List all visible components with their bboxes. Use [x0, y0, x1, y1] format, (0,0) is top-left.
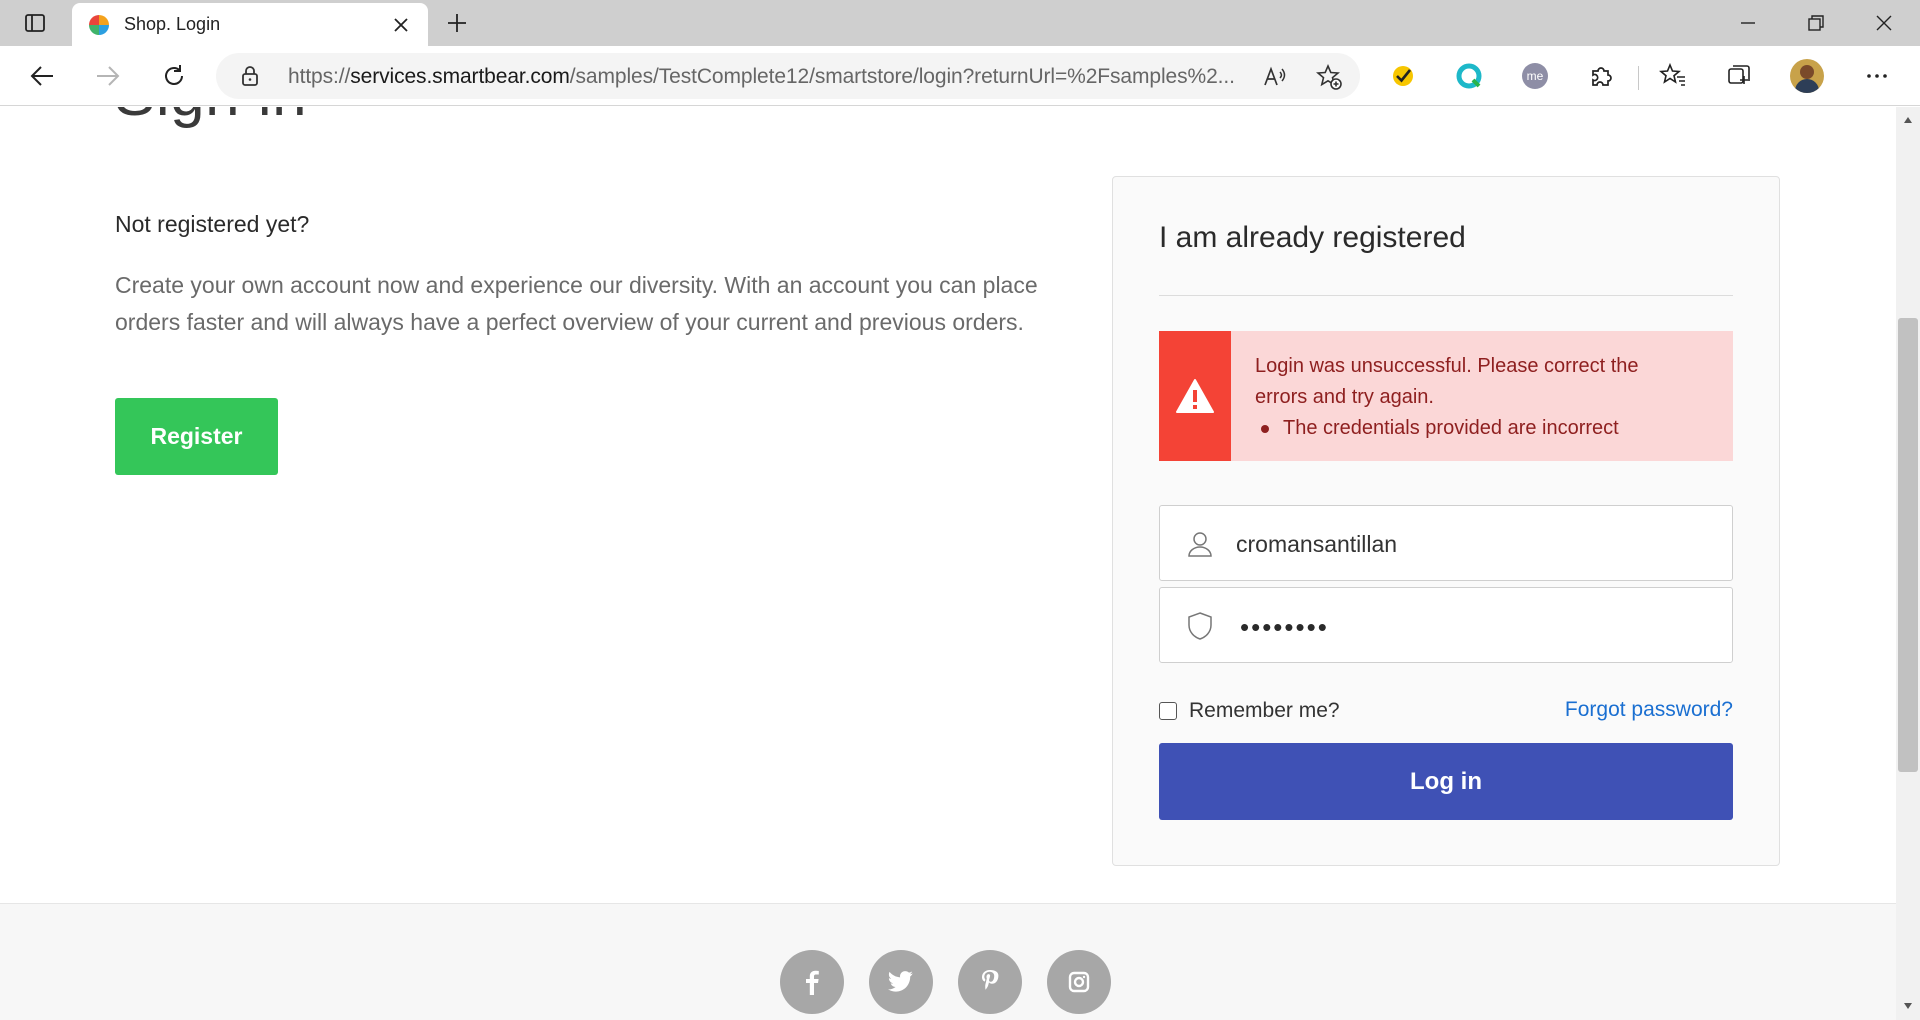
facebook-button[interactable]: [780, 950, 844, 1014]
user-icon: [1182, 526, 1218, 562]
browser-toolbar: https://services.smartbear.com/samples/T…: [0, 46, 1920, 106]
divider: [1159, 295, 1733, 296]
browser-tab[interactable]: Shop. Login: [72, 3, 428, 46]
register-description: Create your own account now and experien…: [115, 272, 1038, 335]
lock-icon: [242, 66, 258, 86]
extension-q-button[interactable]: [1454, 61, 1484, 91]
url-text: https://services.smartbear.com/samples/T…: [288, 65, 1235, 89]
login-card-title: I am already registered: [1159, 221, 1466, 254]
tab-actions-button[interactable]: [14, 8, 56, 38]
page-title: Sign in: [114, 107, 307, 130]
extension-me-button[interactable]: me: [1520, 61, 1550, 91]
caret-down-icon: [1904, 1003, 1912, 1009]
tab-title: Shop. Login: [124, 14, 221, 34]
warning-icon: [1176, 379, 1214, 413]
not-registered-heading: Not registered yet?: [115, 211, 310, 237]
alert-message-block: Login was unsuccessful. Please correct t…: [1255, 351, 1695, 444]
tab-actions-icon: [25, 14, 45, 32]
password-input[interactable]: ••••••••: [1240, 612, 1329, 643]
forgot-password-link[interactable]: Forgot password?: [1565, 698, 1733, 722]
caret-up-icon: [1904, 117, 1912, 123]
shield-icon: [1182, 608, 1218, 644]
refresh-button[interactable]: [154, 56, 194, 96]
norton-icon: [1393, 66, 1413, 86]
username-input[interactable]: [1236, 524, 1706, 564]
avatar: [1790, 59, 1824, 93]
settings-menu-button[interactable]: [1862, 61, 1892, 91]
instagram-icon: [1068, 971, 1090, 993]
scroll-up-button[interactable]: [1900, 112, 1916, 128]
extensions-button[interactable]: [1586, 61, 1616, 91]
error-alert: Login was unsuccessful. Please correct t…: [1159, 331, 1733, 461]
alert-error-item: The credentials provided are incorrect: [1261, 413, 1695, 444]
pinterest-button[interactable]: [958, 950, 1022, 1014]
add-favorite-button[interactable]: [1314, 62, 1344, 92]
read-aloud-icon: [1264, 66, 1286, 86]
close-icon: [394, 17, 408, 32]
puzzle-icon: [1592, 67, 1612, 86]
favorites-button[interactable]: [1658, 61, 1688, 91]
tab-close-button[interactable]: [388, 12, 414, 38]
collections-button[interactable]: [1724, 61, 1754, 91]
extension-norton-button[interactable]: [1388, 61, 1418, 91]
url-host: services.smartbear.com: [350, 65, 570, 88]
facebook-icon: [806, 970, 819, 995]
star-add-icon: [1315, 63, 1342, 90]
scrollbar-thumb[interactable]: [1898, 318, 1918, 772]
url-path: /samples/TestComplete12/smartstore/login…: [569, 65, 1235, 88]
shop-favicon-icon: [89, 14, 109, 35]
remember-me-label: Remember me?: [1189, 699, 1340, 722]
read-aloud-button[interactable]: [1260, 62, 1290, 92]
restore-icon: [1808, 15, 1824, 31]
page-content: Sign in Not registered yet? Create your …: [0, 107, 1896, 1020]
address-bar[interactable]: https://services.smartbear.com/samples/T…: [216, 53, 1360, 99]
password-field[interactable]: ••••••••: [1159, 587, 1733, 663]
minimize-button[interactable]: [1720, 6, 1776, 40]
profile-button[interactable]: [1790, 59, 1824, 93]
restore-button[interactable]: [1788, 6, 1844, 40]
plus-icon: [448, 14, 466, 32]
forward-button[interactable]: [88, 56, 128, 96]
register-button[interactable]: Register: [115, 398, 278, 475]
login-card: I am already registered Login was unsucc…: [1112, 176, 1780, 866]
q-extension-icon: [1456, 63, 1482, 89]
remember-me-checkbox[interactable]: [1159, 702, 1177, 720]
me-extension-icon: me: [1522, 63, 1548, 89]
alert-error-list: The credentials provided are incorrect: [1261, 413, 1695, 444]
username-field[interactable]: [1159, 505, 1733, 581]
close-icon: [1876, 15, 1892, 31]
pinterest-icon: [982, 970, 999, 990]
footer: [0, 903, 1896, 1020]
twitter-icon: [888, 971, 913, 992]
close-window-button[interactable]: [1856, 6, 1912, 40]
favorites-icon: [1659, 62, 1685, 86]
new-tab-button[interactable]: [440, 8, 474, 38]
tab-bar: Shop. Login: [0, 0, 1920, 46]
more-icon: [1867, 74, 1887, 78]
instagram-button[interactable]: [1047, 950, 1111, 1014]
back-button[interactable]: [22, 56, 62, 96]
scroll-down-button[interactable]: [1900, 998, 1916, 1014]
refresh-icon: [165, 65, 183, 85]
remember-me[interactable]: Remember me?: [1159, 696, 1340, 726]
minimize-icon: [1741, 22, 1755, 24]
alert-message: Login was unsuccessful. Please correct t…: [1255, 355, 1639, 408]
twitter-button[interactable]: [869, 950, 933, 1014]
url-scheme: https://: [288, 65, 351, 88]
toolbar-divider: [1638, 66, 1639, 90]
collections-icon: [1728, 65, 1750, 84]
alert-side: [1159, 331, 1231, 461]
arrow-left-icon: [30, 66, 53, 86]
login-button[interactable]: Log in: [1159, 743, 1733, 820]
arrow-right-icon: [97, 66, 120, 86]
